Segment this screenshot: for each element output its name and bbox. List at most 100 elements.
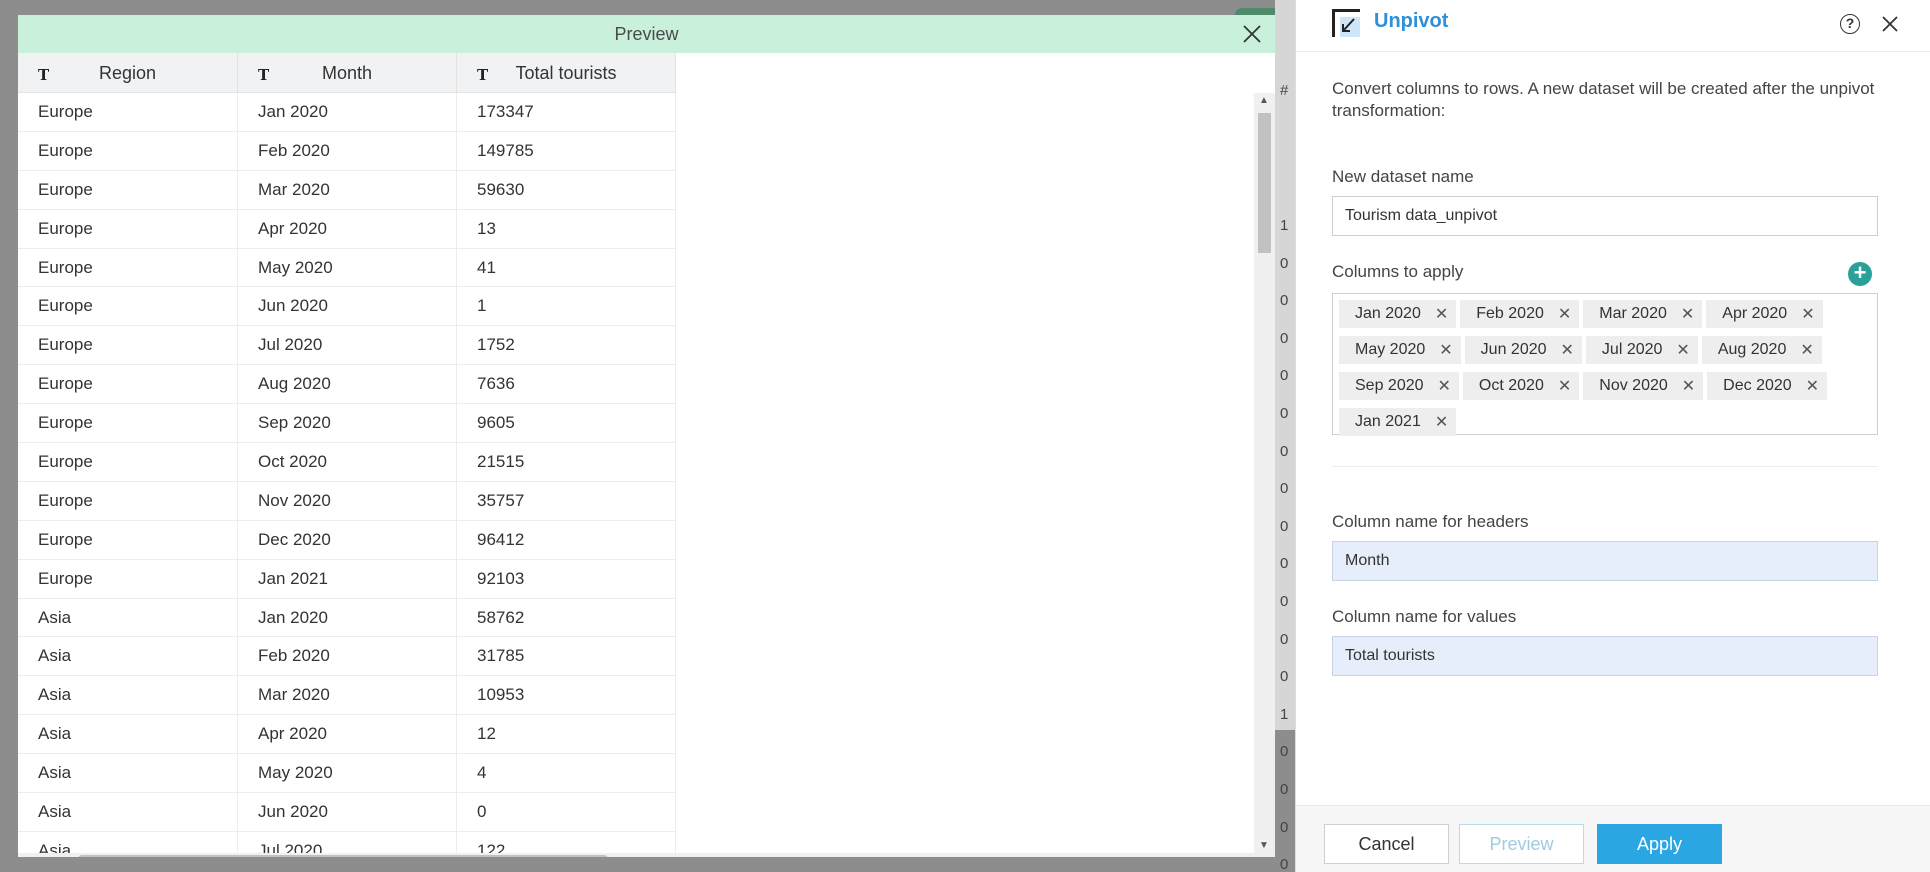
remove-chip-icon[interactable]: ✕ [1558,376,1571,396]
background-cell-hint: 0 [1280,329,1289,347]
table-row[interactable]: Europe Feb 2020 149785 [18,131,676,171]
background-grid-strip [1275,0,1295,730]
horizontal-scrollbar[interactable] [18,853,1275,857]
table-cell: 58762 [457,598,676,637]
background-cell-hint: 0 [1280,668,1289,686]
columns-to-apply-label: Columns to apply [1332,262,1464,281]
close-icon[interactable] [1241,23,1263,45]
remove-chip-icon[interactable]: ✕ [1676,340,1689,360]
table-row[interactable]: Europe Aug 2020 7636 [18,365,676,405]
table-cell: 35757 [457,481,676,520]
scroll-down-icon[interactable]: ▼ [1259,840,1269,851]
table-row[interactable]: Europe Jun 2020 1 [18,287,676,327]
remove-chip-icon[interactable]: ✕ [1558,304,1571,324]
background-cell-hint: 0 [1280,405,1289,422]
values-name-input[interactable] [1332,636,1878,676]
table-row[interactable]: Europe Apr 2020 13 [18,209,676,249]
column-chip: Mar 2020 ✕ [1583,300,1703,328]
chip-label: Mar 2020 [1599,305,1667,322]
column-chip: Dec 2020 ✕ [1707,372,1828,400]
table-row[interactable]: Europe Jan 2021 92103 [18,559,676,599]
table-row[interactable]: Europe Dec 2020 96412 [18,520,676,560]
preview-button[interactable]: Preview [1459,824,1584,864]
table-cell: Europe [18,520,238,559]
table-cell: 92103 [457,559,676,598]
background-cell-hint: 0 [1280,593,1289,610]
chip-label: Jun 2020 [1480,341,1547,358]
table-row[interactable]: Asia Jan 2020 58762 [18,598,676,638]
table-cell: 173347 [457,93,676,131]
table-cell: 41 [457,248,676,287]
table-row[interactable]: Europe Mar 2020 59630 [18,170,676,210]
chip-label: Dec 2020 [1723,377,1792,394]
table-row[interactable]: Asia Apr 2020 12 [18,715,676,755]
remove-chip-icon[interactable]: ✕ [1801,304,1814,324]
headers-name-input[interactable] [1332,541,1878,581]
preview-title: Preview [614,23,679,44]
table-row[interactable]: Europe Oct 2020 21515 [18,443,676,482]
scrollbar-thumb[interactable] [78,855,608,857]
panel-footer: Cancel Preview Apply [1296,805,1930,872]
table-row[interactable]: Asia Jun 2020 0 [18,793,676,832]
table-cell: 7636 [457,365,676,404]
column-chip: Jan 2021 ✕ [1339,408,1457,436]
column-header-region[interactable]: T Region [18,53,238,93]
panel-title: Unpivot [1374,10,1449,32]
headers-name-label: Column name for headers [1332,512,1529,531]
table-row[interactable]: Europe Jul 2020 1752 [18,326,676,366]
table-row[interactable]: Asia May 2020 4 [18,754,676,794]
background-cell-hint: 0 [1280,442,1289,460]
table-cell: 1752 [457,326,676,365]
table-cell: Jan 2020 [238,93,457,131]
table-cell: Mar 2020 [238,170,457,209]
remove-chip-icon[interactable]: ✕ [1800,340,1813,360]
table-row[interactable]: Europe Sep 2020 9605 [18,404,676,444]
chip-label: May 2020 [1355,341,1426,358]
remove-chip-icon[interactable]: ✕ [1439,340,1452,360]
text-type-icon: T [477,66,489,84]
table-header: T Region T Month T Total tourists [18,53,676,93]
table-cell: 149785 [457,131,676,170]
scrollbar-thumb[interactable] [1258,113,1271,253]
table-row[interactable]: Europe May 2020 41 [18,248,676,288]
remove-chip-icon[interactable]: ✕ [1681,304,1694,324]
column-header-label: Month [321,62,373,83]
column-chip: Sep 2020 ✕ [1339,372,1459,400]
background-cell-hint: 0 [1280,743,1289,761]
columns-to-apply-field[interactable]: Jan 2020 ✕ Feb 2020 ✕ Mar 2020 ✕ Apr 2020 ✕ May … [1332,293,1878,436]
column-chip: Jul 2020 ✕ [1585,336,1698,364]
remove-chip-icon[interactable]: ✕ [1682,376,1695,396]
table-row[interactable]: Asia Mar 2020 10953 [18,676,676,716]
table-cell: Europe [18,287,238,326]
table-cell: 1 [457,287,676,326]
table-cell: 12 [457,715,676,754]
table-cell: Asia [18,715,238,754]
remove-chip-icon[interactable]: ✕ [1435,304,1448,324]
table-cell: Europe [18,248,238,287]
apply-button[interactable]: Apply [1597,824,1722,864]
add-column-button[interactable]: + [1848,262,1872,286]
help-icon[interactable]: ? [1840,14,1860,34]
dataset-name-input[interactable] [1332,196,1878,236]
remove-chip-icon[interactable]: ✕ [1438,376,1451,396]
table-row[interactable]: Europe Jan 2020 173347 [18,93,676,132]
column-header-total-tourists[interactable]: T Total tourists [457,53,676,93]
remove-chip-icon[interactable]: ✕ [1561,340,1574,360]
table-cell: Jun 2020 [238,793,457,831]
vertical-scrollbar[interactable]: ▲ ▼ [1254,93,1275,853]
remove-chip-icon[interactable]: ✕ [1806,376,1819,396]
cancel-button[interactable]: Cancel [1324,824,1449,864]
background-cell-hint: 0 [1280,517,1289,535]
column-header-month[interactable]: T Month [238,53,457,93]
table-cell: Asia [18,598,238,637]
background-cell-hint: 0 [1280,254,1289,272]
table-cell: Europe [18,443,238,481]
table-row[interactable]: Asia Feb 2020 31785 [18,637,676,677]
remove-chip-icon[interactable]: ✕ [1435,412,1448,432]
divider [1332,466,1878,467]
close-icon[interactable] [1880,14,1900,34]
panel-header: Unpivot ? [1296,0,1930,52]
scroll-up-icon[interactable]: ▲ [1259,95,1269,106]
table-cell: Dec 2020 [238,520,457,559]
table-row[interactable]: Europe Nov 2020 35757 [18,481,676,521]
